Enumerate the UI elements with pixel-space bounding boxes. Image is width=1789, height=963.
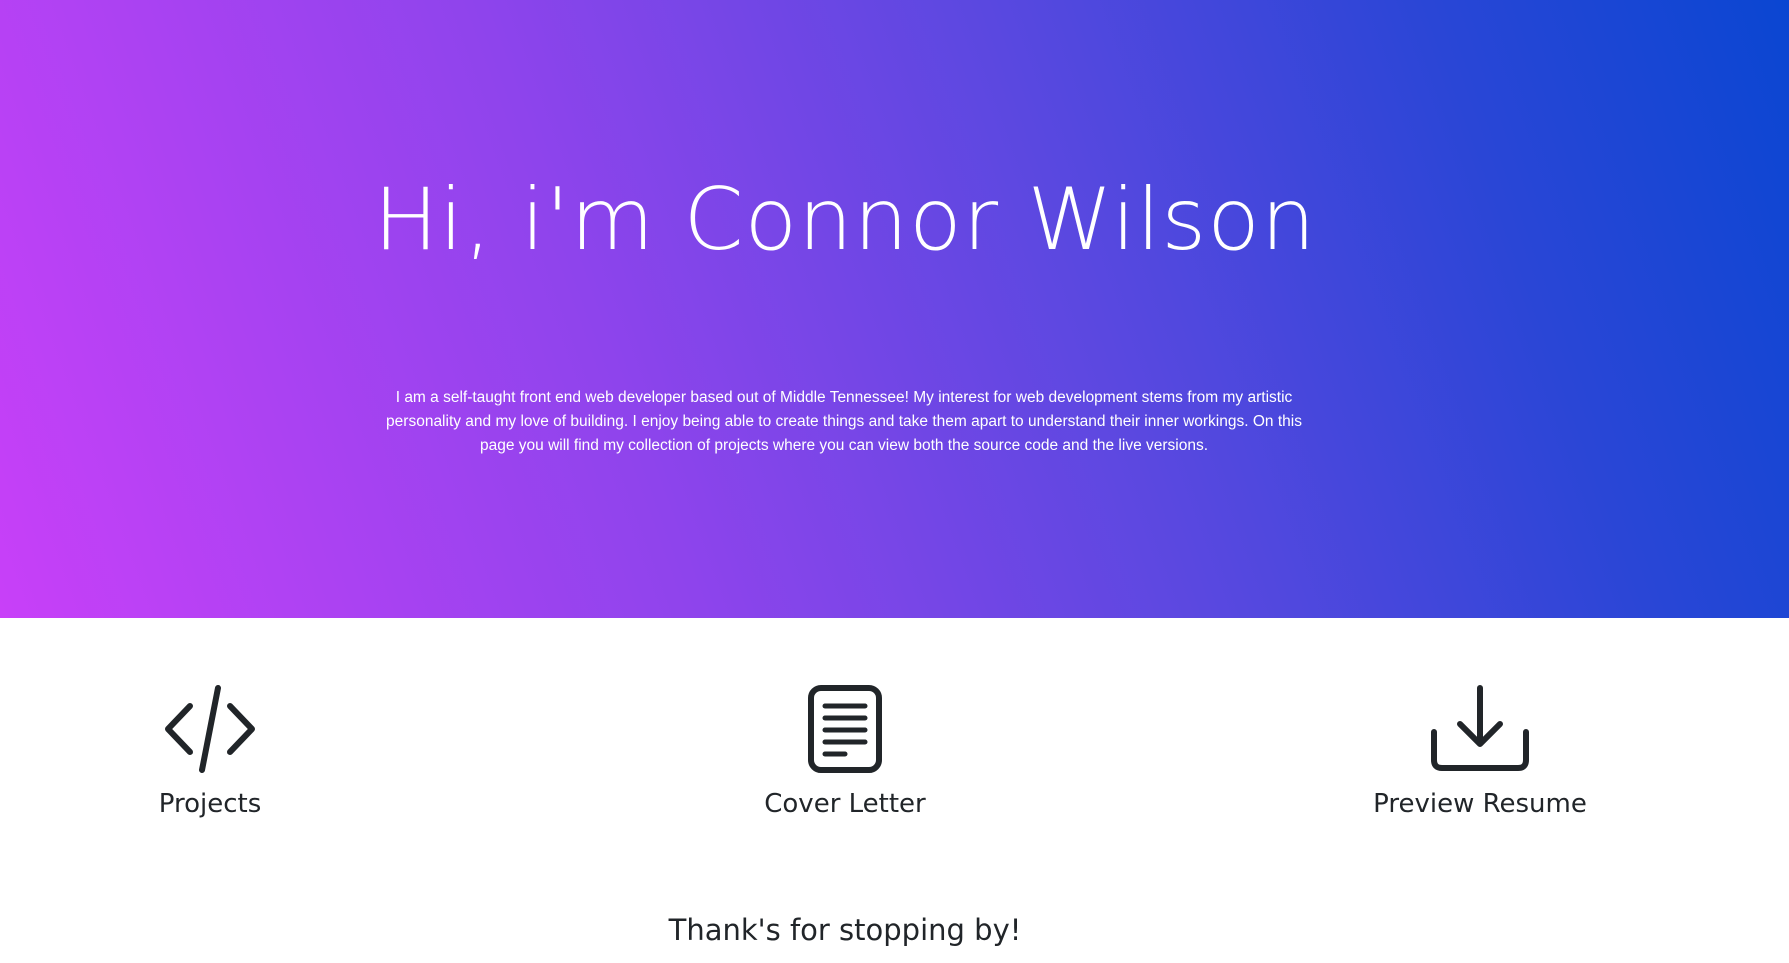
document-icon (808, 685, 882, 773)
cover-letter-label: Cover Letter (764, 789, 926, 819)
hero-title: Hi, i'm Connor Wilson (373, 170, 1317, 270)
cover-letter-link[interactable]: Cover Letter (685, 684, 1005, 820)
projects-label: Projects (158, 789, 262, 819)
hero-banner: Hi, i'm Connor Wilson I am a self-taught… (0, 0, 1789, 618)
footer-message: Thank's for stopping by! (668, 913, 1022, 947)
projects-link[interactable]: Projects (50, 684, 370, 820)
hero-bio: I am a self-taught front end web develop… (386, 389, 1302, 454)
download-icon (1431, 685, 1529, 771)
preview-resume-link[interactable]: Preview Resume (1320, 684, 1640, 820)
preview-resume-label: Preview Resume (1373, 789, 1587, 819)
links-section: Projects Cover Letter Preview Resume (0, 618, 1789, 848)
code-icon (165, 685, 255, 773)
